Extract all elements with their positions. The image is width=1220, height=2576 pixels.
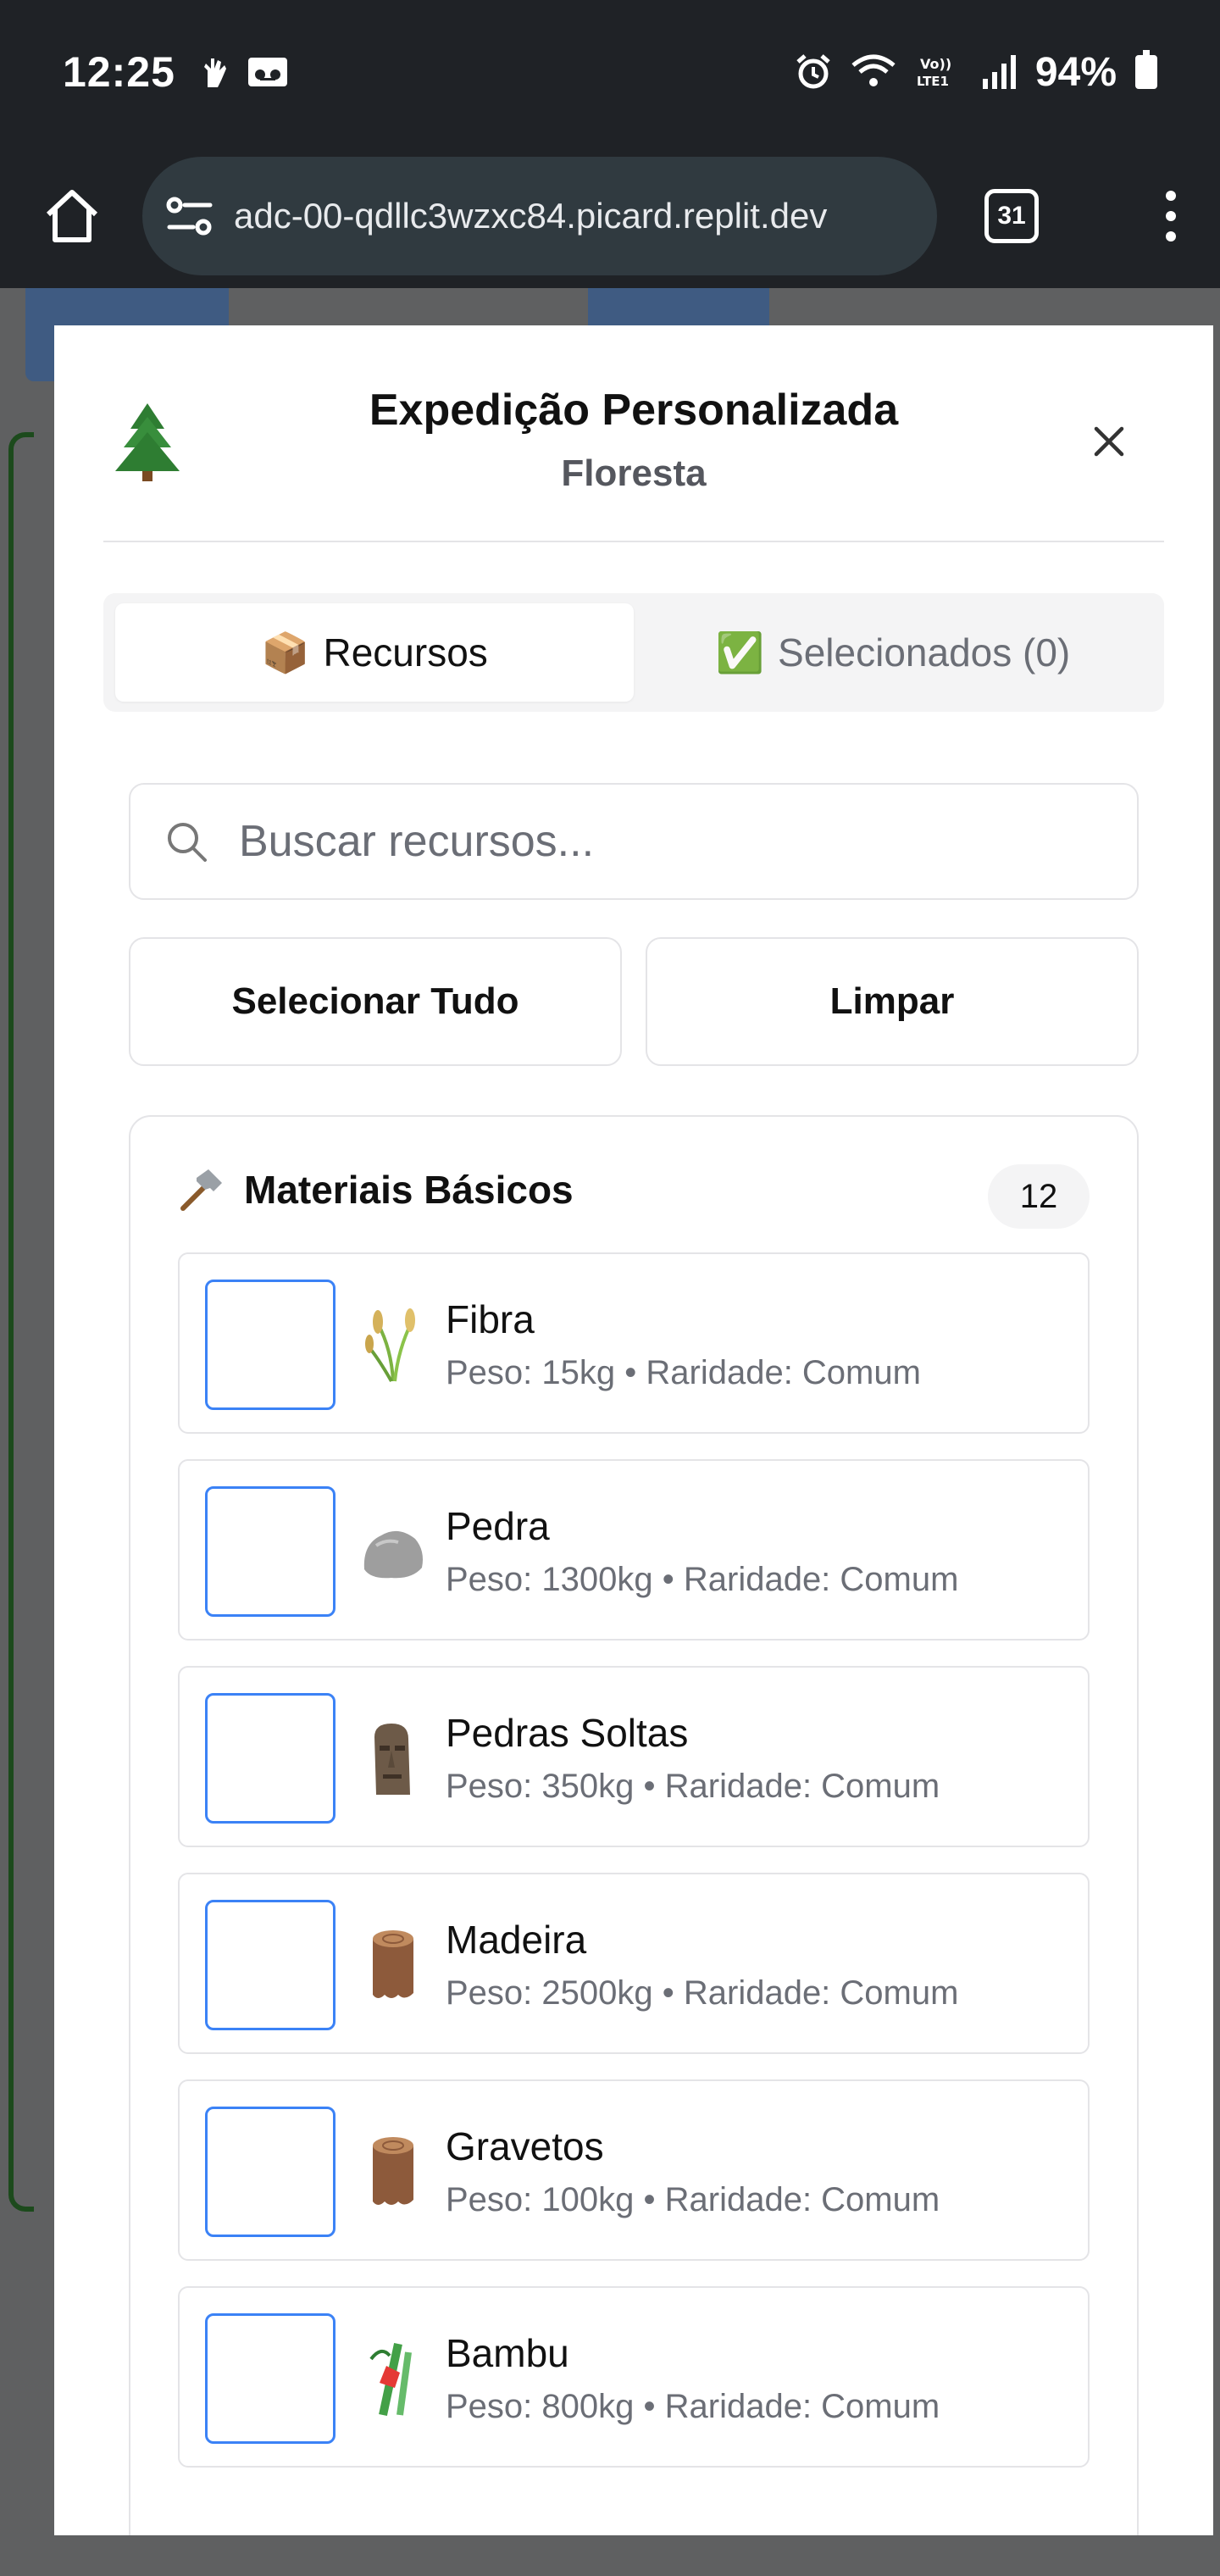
menu-dot bbox=[1166, 191, 1176, 201]
item-checkbox[interactable] bbox=[205, 1900, 336, 2030]
modal-header: Expedição Personalizada Floresta bbox=[103, 325, 1164, 542]
package-icon: 📦 bbox=[261, 630, 310, 675]
search-icon bbox=[168, 823, 207, 862]
resource-item[interactable]: Gravetos Peso: 100kg • Raridade: Comum bbox=[178, 2079, 1090, 2261]
tab-switcher-button[interactable]: 31 bbox=[984, 189, 1039, 243]
status-right: Vo)) LTE1 94% bbox=[795, 49, 1157, 96]
hand-icon bbox=[203, 58, 226, 87]
item-meta: Peso: 2500kg • Raridade: Comum bbox=[446, 1974, 959, 2012]
wood-log-icon bbox=[373, 1930, 413, 1998]
svg-text:LTE1: LTE1 bbox=[917, 74, 949, 89]
item-meta: Peso: 800kg • Raridade: Comum bbox=[446, 2388, 940, 2425]
signal-icon bbox=[982, 55, 1016, 89]
behind-card-border bbox=[8, 432, 34, 2212]
item-checkbox[interactable] bbox=[205, 2313, 336, 2444]
tab-recursos[interactable]: 📦 Recursos bbox=[115, 603, 634, 702]
site-settings-icon[interactable] bbox=[166, 195, 214, 237]
menu-dot bbox=[1166, 211, 1176, 221]
resource-item[interactable]: Bambu Peso: 800kg • Raridade: Comum bbox=[178, 2286, 1090, 2468]
category-card: Materiais Básicos 12 Fibra Peso: 15kg • … bbox=[129, 1115, 1139, 2535]
item-name: Bambu bbox=[446, 2331, 569, 2375]
item-name: Pedra bbox=[446, 1504, 550, 1548]
alarm-icon bbox=[796, 54, 830, 89]
battery-percentage: 94% bbox=[1034, 49, 1117, 95]
moai-icon bbox=[374, 1724, 410, 1795]
battery-icon bbox=[1135, 50, 1157, 89]
hammer-icon bbox=[180, 1169, 222, 1211]
close-icon[interactable] bbox=[1088, 420, 1130, 463]
item-checkbox[interactable] bbox=[205, 2107, 336, 2237]
home-button[interactable] bbox=[42, 186, 102, 246]
item-meta: Peso: 350kg • Raridade: Comum bbox=[446, 1768, 940, 1805]
tab-label: Recursos bbox=[323, 630, 488, 675]
item-name: Madeira bbox=[446, 1918, 587, 1962]
category-header: Materiais Básicos bbox=[178, 1166, 574, 1213]
status-bar: 12:25 Vo)) LTE1 94% bbox=[0, 0, 1220, 144]
rice-stalk-icon bbox=[365, 1308, 415, 1382]
status-time: 12:25 bbox=[63, 48, 175, 96]
resource-item[interactable]: Madeira Peso: 2500kg • Raridade: Comum bbox=[178, 1873, 1090, 2054]
resource-item[interactable]: Pedras Soltas Peso: 350kg • Raridade: Co… bbox=[178, 1666, 1090, 1847]
modal-title: Expedição Personalizada bbox=[369, 386, 899, 435]
home-icon bbox=[46, 190, 98, 242]
clear-button[interactable]: Limpar bbox=[646, 937, 1139, 1066]
svg-text:Vo)): Vo)) bbox=[920, 56, 951, 72]
item-meta: Peso: 100kg • Raridade: Comum bbox=[446, 2181, 940, 2218]
item-checkbox[interactable] bbox=[205, 1280, 336, 1410]
item-checkbox[interactable] bbox=[205, 1486, 336, 1617]
item-meta: Peso: 1300kg • Raridade: Comum bbox=[446, 1561, 959, 1598]
wood-log-icon bbox=[373, 2137, 413, 2205]
search-box bbox=[129, 783, 1139, 900]
expedition-modal: Expedição Personalizada Floresta 📦 Recur… bbox=[54, 325, 1213, 2535]
search-input[interactable] bbox=[239, 816, 1086, 867]
wifi-icon bbox=[851, 54, 896, 86]
item-checkbox[interactable] bbox=[205, 1693, 336, 1824]
resource-item[interactable]: Pedra Peso: 1300kg • Raridade: Comum bbox=[178, 1459, 1090, 1641]
tab-strip: 📦 Recursos ✅ Selecionados (0) bbox=[103, 593, 1164, 712]
status-left-icons bbox=[199, 55, 289, 89]
category-title: Materiais Básicos bbox=[244, 1168, 574, 1212]
modal-subtitle: Floresta bbox=[561, 452, 707, 494]
browser-toolbar: adc-00-qdllc3wzxc84.picard.replit.dev 31 bbox=[0, 144, 1220, 288]
category-count-badge: 12 bbox=[988, 1164, 1090, 1229]
check-mark-icon: ✅ bbox=[715, 630, 765, 675]
rock-icon bbox=[363, 1530, 423, 1579]
resource-item[interactable]: Fibra Peso: 15kg • Raridade: Comum bbox=[178, 1252, 1090, 1434]
item-meta: Peso: 15kg • Raridade: Comum bbox=[446, 1354, 921, 1391]
voicemail-icon bbox=[247, 58, 287, 86]
url-text[interactable]: adc-00-qdllc3wzxc84.picard.replit.dev bbox=[234, 196, 827, 236]
item-name: Fibra bbox=[446, 1297, 535, 1341]
volte-icon: Vo)) LTE1 bbox=[917, 56, 951, 89]
address-bar[interactable]: adc-00-qdllc3wzxc84.picard.replit.dev bbox=[142, 157, 937, 275]
item-name: Pedras Soltas bbox=[446, 1711, 689, 1755]
tab-label: Selecionados (0) bbox=[778, 630, 1071, 675]
bamboo-icon bbox=[369, 2342, 412, 2417]
item-name: Gravetos bbox=[446, 2124, 604, 2168]
tab-selecionados[interactable]: ✅ Selecionados (0) bbox=[634, 603, 1152, 702]
select-all-button[interactable]: Selecionar Tudo bbox=[129, 937, 622, 1066]
menu-dot bbox=[1166, 231, 1176, 242]
overflow-menu-button[interactable] bbox=[1166, 191, 1176, 242]
